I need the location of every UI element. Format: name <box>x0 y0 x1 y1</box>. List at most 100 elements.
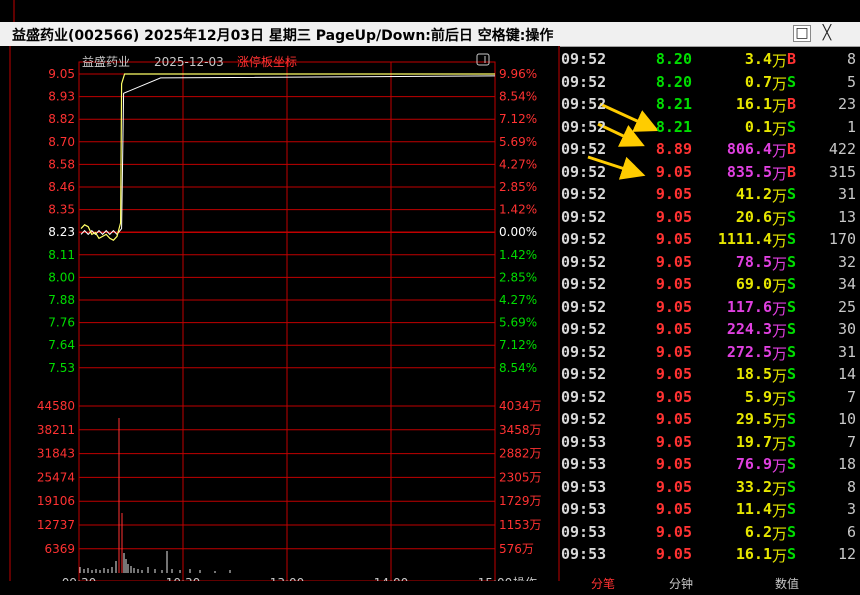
tick-time: 09:53 <box>561 455 607 473</box>
tick-price: 8.21 <box>655 117 692 136</box>
tick-row[interactable]: 09:52 9.05 835.5 万 B 315 <box>561 161 860 183</box>
tick-time: 09:52 <box>561 252 607 271</box>
tick-row[interactable]: 09:52 9.05 224.3 万 S 30 <box>561 318 860 340</box>
tick-row[interactable]: 09:52 9.05 5.9 万 S 7 <box>561 386 860 408</box>
tick-price: 9.05 <box>655 500 692 518</box>
tick-buy-sell: S <box>787 342 797 361</box>
tick-row[interactable]: 09:52 9.05 41.2 万 S 31 <box>561 183 860 205</box>
tick-list[interactable]: 09:52 8.20 3.4 万 B 8 09:52 8.20 0.7 万 S 5 09:52 8.21 1… <box>561 46 860 591</box>
tick-price: 9.05 <box>655 297 692 316</box>
tick-count: 7 <box>846 432 856 451</box>
tick-price: 9.05 <box>655 162 692 181</box>
tick-row[interactable]: 09:52 8.21 16.1 万 B 23 <box>561 93 860 115</box>
tick-row[interactable]: 09:52 9.05 117.6 万 S 25 <box>561 296 860 318</box>
tick-volume-unit: 万 <box>772 187 788 205</box>
tick-count: 14 <box>837 365 856 383</box>
tab-ticks[interactable]: 分笔 <box>591 575 615 592</box>
tick-row[interactable]: 09:52 8.20 0.7 万 S 5 <box>561 71 860 93</box>
pct-tick-label: 4.27% <box>499 293 537 307</box>
time-tick-label: 13:00 <box>270 576 305 581</box>
tick-row[interactable]: 09:52 9.05 18.5 万 S 14 <box>561 363 860 385</box>
intraday-chart[interactable]: 9.05 8.93 8.82 8.70 8.58 8.46 8.35 8.23 8.11 8.00… <box>0 46 560 581</box>
tick-row[interactable]: 09:53 9.05 16.1 万 S 12 <box>561 543 860 565</box>
tick-volume: 16.1 <box>735 95 772 113</box>
pct-tick-label: 2.85% <box>499 270 537 284</box>
tick-volume-unit: 万 <box>772 344 788 363</box>
price-tick-label: 7.88 <box>48 293 75 307</box>
tick-volume: 6.2 <box>744 522 772 541</box>
price-tick-label: 7.64 <box>48 338 75 352</box>
price-tick-label: 8.82 <box>48 112 75 126</box>
tick-price: 9.05 <box>655 477 692 496</box>
tick-time: 09:53 <box>561 477 607 496</box>
tick-price: 8.89 <box>655 140 692 158</box>
close-button[interactable]: ╳ <box>818 25 836 42</box>
tick-time: 09:52 <box>561 320 607 338</box>
tick-count: 1 <box>846 117 856 136</box>
bottom-tab-operate[interactable]: 操作 <box>513 575 537 581</box>
tick-row[interactable]: 09:52 9.05 1111.4 万 S 170 <box>561 228 860 250</box>
tick-row[interactable]: 09:52 9.05 78.5 万 S 32 <box>561 251 860 273</box>
tick-volume-unit: 万 <box>772 164 788 183</box>
pct-tick-label: 7.12% <box>499 338 537 352</box>
tick-row[interactable]: 09:52 9.05 29.5 万 S 10 <box>561 408 860 430</box>
tick-row[interactable]: 09:52 8.20 3.4 万 B 8 <box>561 48 860 70</box>
tick-volume-unit: 万 <box>772 142 788 160</box>
volume-amount-label: 576万 <box>499 542 534 556</box>
limit-coord-toggle[interactable]: 涨停板坐标 <box>237 54 297 69</box>
tick-count: 30 <box>837 320 856 338</box>
tick-price: 9.05 <box>655 545 692 563</box>
tick-count: 8 <box>846 477 856 496</box>
volume-tick-label: 12737 <box>37 518 75 532</box>
tick-time: 09:52 <box>561 50 607 68</box>
tick-buy-sell: B <box>787 95 797 113</box>
tick-row[interactable]: 09:53 9.05 76.9 万 S 18 <box>561 453 860 475</box>
restore-button[interactable]: □ <box>793 25 811 42</box>
tick-time: 09:52 <box>561 297 607 316</box>
tick-count: 25 <box>837 297 856 316</box>
tick-row[interactable]: 09:52 8.89 806.4 万 B 422 <box>561 138 860 160</box>
tick-volume: 806.4 <box>726 140 772 158</box>
tick-buy-sell: S <box>787 477 797 496</box>
tick-volume: 41.2 <box>735 185 772 203</box>
tick-price: 9.05 <box>655 252 692 271</box>
tick-volume-unit: 万 <box>772 74 788 93</box>
tab-minutes[interactable]: 分钟 <box>669 575 693 592</box>
tick-row[interactable]: 09:53 9.05 33.2 万 S 8 <box>561 476 860 498</box>
tick-volume-unit: 万 <box>772 389 788 408</box>
pct-tick-label: 5.69% <box>499 316 537 330</box>
chart-date-label: 2025-12-03 <box>154 55 224 69</box>
tick-price: 9.05 <box>655 522 692 541</box>
tick-buy-sell: S <box>787 275 797 293</box>
tab-values[interactable]: 数值 <box>775 575 799 592</box>
tick-row[interactable]: 09:53 9.05 11.4 万 S 3 <box>561 498 860 520</box>
window-titlebar[interactable]: 益盛药业(002566) 2025年12月03日 星期三 PageUp/Down… <box>0 22 860 47</box>
tick-row[interactable]: 09:53 9.05 19.7 万 S 7 <box>561 431 860 453</box>
volume-tick-label: 25474 <box>37 470 75 484</box>
price-tick-label: 8.11 <box>48 248 75 262</box>
tick-count: 170 <box>828 230 856 248</box>
tick-count: 10 <box>837 410 856 428</box>
tick-row[interactable]: 09:52 9.05 272.5 万 S 31 <box>561 341 860 363</box>
tick-row[interactable]: 09:52 9.05 69.0 万 S 34 <box>561 273 860 295</box>
time-tick-label: 14:00 <box>374 576 409 581</box>
tick-volume: 5.9 <box>744 387 772 406</box>
price-tick-label: 8.00 <box>48 270 75 284</box>
tick-time: 09:53 <box>561 522 607 541</box>
tick-count: 8 <box>846 50 856 68</box>
tick-price: 9.05 <box>655 230 692 248</box>
price-tick-label: 8.58 <box>48 157 75 171</box>
tick-row[interactable]: 09:52 9.05 20.6 万 S 13 <box>561 206 860 228</box>
tick-price: 9.05 <box>655 320 692 338</box>
volume-amount-label: 2305万 <box>499 470 542 484</box>
tick-volume-unit: 万 <box>772 502 788 520</box>
tick-volume-unit: 万 <box>772 277 788 295</box>
tick-count: 6 <box>846 522 856 541</box>
tick-volume: 272.5 <box>726 342 772 361</box>
tick-time: 09:52 <box>561 140 607 158</box>
tick-volume-unit: 万 <box>772 322 788 340</box>
tick-row[interactable]: 09:53 9.05 6.2 万 S 6 <box>561 521 860 543</box>
volume-tick-label: 6369 <box>44 542 75 556</box>
tick-row[interactable]: 09:52 8.21 0.1 万 S 1 <box>561 116 860 138</box>
tick-time: 09:52 <box>561 410 607 428</box>
